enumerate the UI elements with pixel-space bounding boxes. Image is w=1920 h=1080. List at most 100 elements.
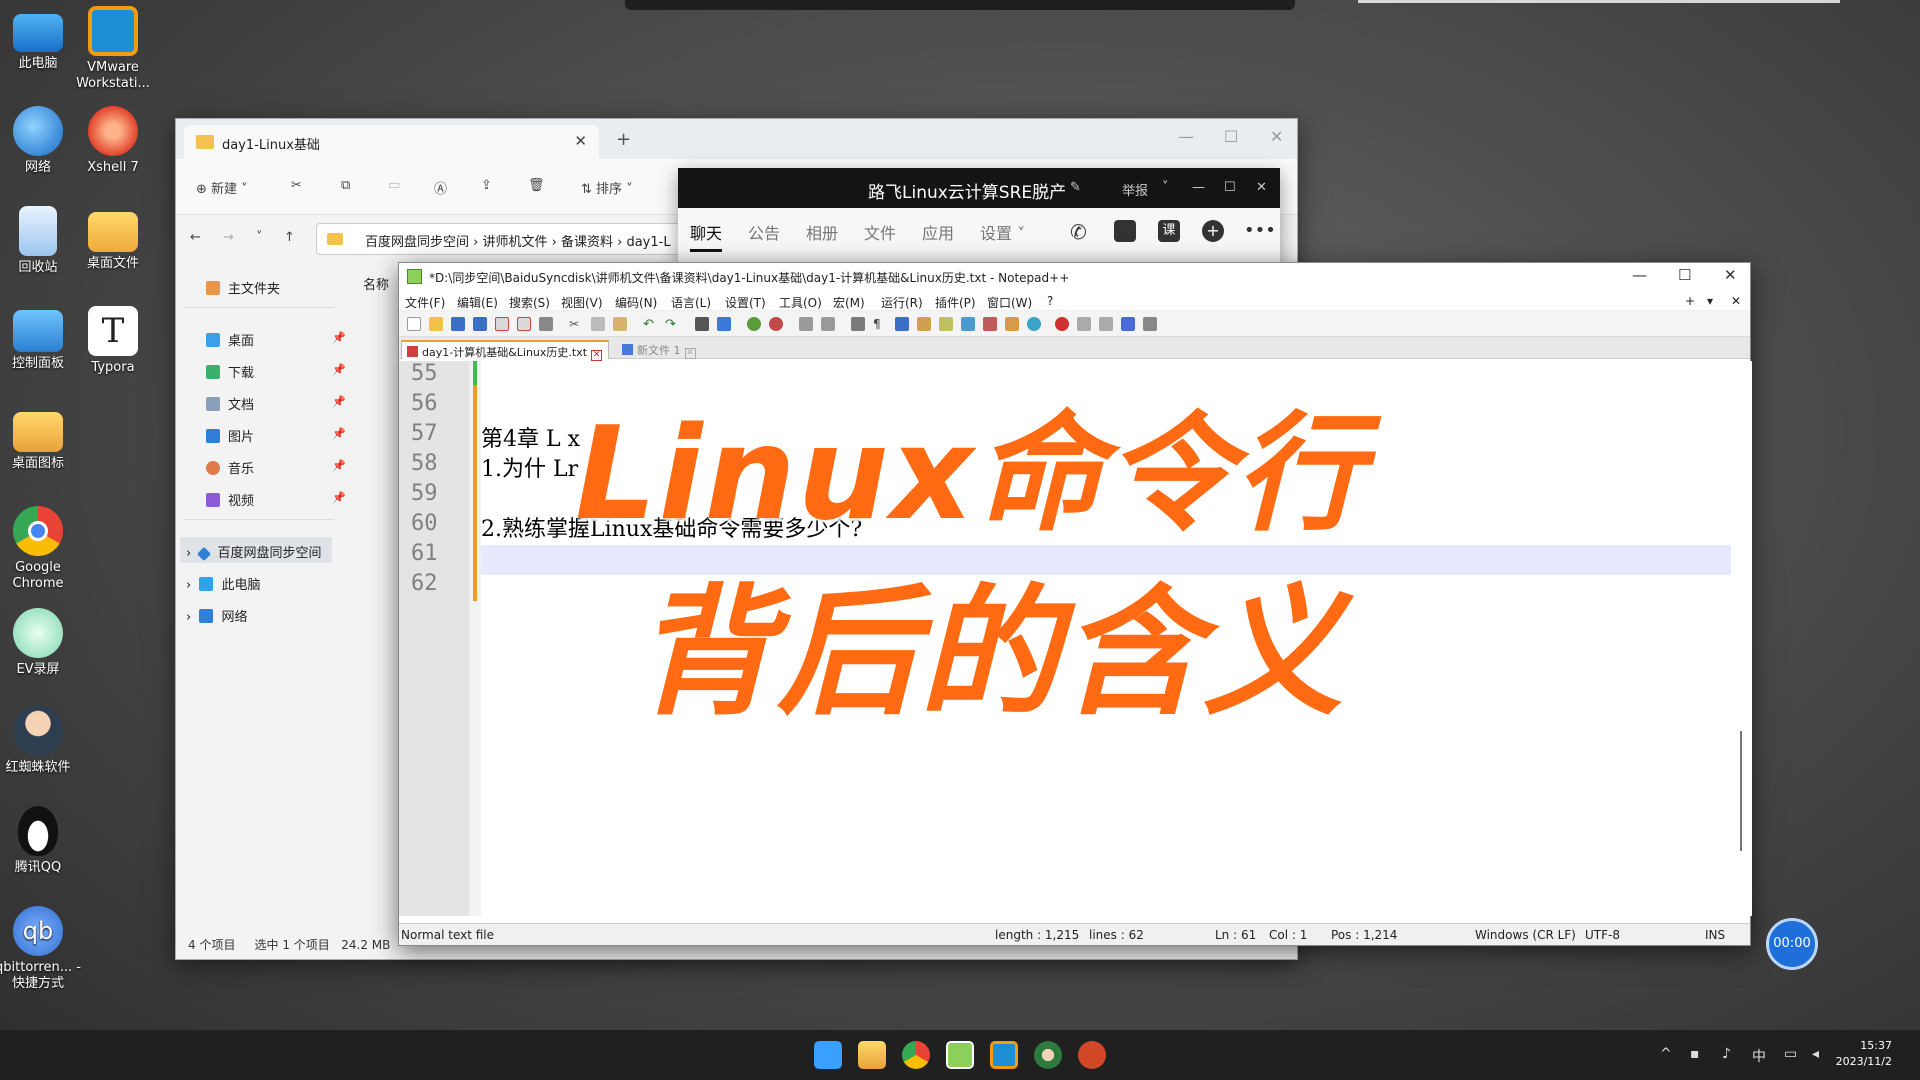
tree-item-network[interactable]: › 网络: [180, 601, 330, 627]
menu-macro[interactable]: 宏(M): [833, 294, 865, 311]
close-tab-icon[interactable]: ✕: [591, 350, 603, 361]
close-icon[interactable]: ✕: [1256, 180, 1267, 195]
recording-timer[interactable]: 00:00: [1766, 918, 1818, 970]
sync-vertical-icon[interactable]: [799, 317, 813, 331]
paste-icon[interactable]: [613, 317, 627, 331]
tree-item-baidu-sync[interactable]: › 百度网盘同步空间: [180, 537, 332, 563]
close-tab-icon[interactable]: ✕: [684, 348, 696, 359]
undo-icon[interactable]: ↶: [643, 317, 657, 332]
menu-edit[interactable]: 编辑(E): [457, 294, 498, 311]
redo-icon[interactable]: ↷: [665, 317, 679, 332]
powerpoint-icon[interactable]: [1078, 1041, 1106, 1069]
close-all-icon[interactable]: [517, 317, 531, 331]
microphone-icon[interactable]: ♪: [1722, 1046, 1731, 1062]
dropdown-icon[interactable]: ▾: [1707, 294, 1713, 308]
minimize-icon[interactable]: —: [1192, 180, 1205, 195]
menu-tools[interactable]: 工具(O): [779, 294, 822, 311]
breadcrumb-item[interactable]: day1-L: [626, 235, 670, 250]
menu-encoding[interactable]: 编码(N): [615, 294, 657, 311]
menu-file[interactable]: 文件(F): [405, 294, 445, 311]
minimize-icon[interactable]: —: [1178, 127, 1194, 146]
nav-item-documents[interactable]: 文档 📌: [206, 389, 356, 415]
add-icon[interactable]: +: [1685, 294, 1695, 308]
phone-icon[interactable]: ✆: [1070, 220, 1092, 244]
notepad-plus-plus-icon[interactable]: [946, 1041, 974, 1069]
copy-icon[interactable]: ⧉: [341, 178, 350, 193]
insert-mode[interactable]: INS: [1705, 928, 1725, 942]
nav-item-downloads[interactable]: 下载 📌: [206, 357, 356, 383]
play-macro-icon[interactable]: [1099, 317, 1113, 331]
show-symbols-icon[interactable]: ¶: [873, 317, 887, 331]
sort-button[interactable]: ⇅ 排序 ˅: [581, 178, 633, 197]
tab-album[interactable]: 相册: [806, 220, 838, 244]
maximize-icon[interactable]: ☐: [1224, 127, 1238, 146]
language-icon[interactable]: [917, 317, 931, 331]
zoom-out-icon[interactable]: [769, 317, 783, 331]
close-document-icon[interactable]: ✕: [1731, 294, 1741, 308]
desktop-icon-ev-recorder[interactable]: EV录屏: [0, 608, 83, 678]
menu-run[interactable]: 运行(R): [881, 294, 923, 311]
menu-language[interactable]: 语言(L): [671, 294, 711, 311]
replace-icon[interactable]: [717, 317, 731, 331]
record-macro-icon[interactable]: [1055, 317, 1069, 331]
chrome-icon[interactable]: [902, 1041, 930, 1069]
app-tray-icon[interactable]: ▪: [1690, 1046, 1700, 1062]
course-icon[interactable]: 课: [1158, 220, 1180, 242]
close-tab-icon[interactable]: ✕: [574, 132, 587, 150]
close-icon[interactable]: ✕: [1724, 266, 1737, 284]
menu-window[interactable]: 窗口(W): [987, 294, 1032, 311]
maximize-icon[interactable]: ☐: [1678, 266, 1691, 284]
volume-icon[interactable]: ◂: [1812, 1046, 1819, 1062]
explorer-tab[interactable]: day1-Linux基础 ✕: [184, 125, 599, 159]
vmware-icon[interactable]: [990, 1041, 1018, 1069]
delete-icon[interactable]: 🗑: [528, 178, 545, 193]
desktop-icon-chrome[interactable]: Google Chrome: [0, 506, 83, 592]
encoding[interactable]: UTF-8: [1585, 928, 1620, 942]
chat-group-window[interactable]: 路飞Linux云计算SRE脱产 ✎ 举报 ˅ — ☐ ✕ 聊天 公告 相册 文件…: [678, 168, 1280, 268]
run-macro-multiple-icon[interactable]: [1121, 317, 1135, 331]
menu-search[interactable]: 搜索(S): [509, 294, 550, 311]
desktop-icon-qq[interactable]: 腾讯QQ: [0, 806, 83, 876]
desktop-icon-desktop-icons[interactable]: 桌面图标: [0, 406, 83, 472]
ime-indicator[interactable]: 中: [1752, 1046, 1766, 1066]
vertical-scrollbar[interactable]: [1740, 731, 1742, 851]
red-spider-icon[interactable]: [1034, 1041, 1062, 1069]
breadcrumb-item[interactable]: 讲师机文件: [482, 235, 547, 250]
new-button[interactable]: ⊕ 新建 ˅: [196, 178, 248, 197]
clock[interactable]: 15:37 2023/11/2: [1836, 1038, 1892, 1070]
report-button[interactable]: 举报: [1122, 180, 1148, 199]
close-file-icon[interactable]: [495, 317, 509, 331]
close-icon[interactable]: ✕: [1270, 127, 1283, 146]
new-file-icon[interactable]: [407, 317, 421, 331]
monitoring-icon[interactable]: [1005, 317, 1019, 331]
open-file-icon[interactable]: [429, 317, 443, 331]
forward-icon[interactable]: →: [223, 230, 234, 245]
desktop-icon-xshell[interactable]: Xshell 7: [68, 106, 158, 176]
file-explorer-icon[interactable]: [858, 1041, 886, 1069]
tab-chat[interactable]: 聊天: [690, 220, 723, 252]
edit-icon[interactable]: ✎: [1070, 180, 1081, 195]
paste-icon[interactable]: ▭: [388, 178, 400, 193]
desktop-icon-red-spider[interactable]: 红蜘蛛软件: [0, 706, 83, 776]
add-icon[interactable]: +: [1202, 220, 1224, 242]
desktop-icon-desktop-files[interactable]: 桌面文件: [68, 206, 158, 272]
tab-new-file[interactable]: 新文件 1 ✕: [617, 340, 702, 359]
doc-map-icon[interactable]: [939, 317, 953, 331]
column-header-name[interactable]: 名称: [363, 269, 389, 295]
function-list-icon[interactable]: [961, 317, 975, 331]
print-icon[interactable]: [539, 317, 553, 331]
nav-item-music[interactable]: 音乐 📌: [206, 453, 356, 479]
breadcrumb-item[interactable]: 百度网盘同步空间: [365, 235, 469, 250]
sync-horizontal-icon[interactable]: [821, 317, 835, 331]
tab-settings[interactable]: 设置 ˅: [980, 220, 1025, 244]
menu-view[interactable]: 视图(V): [561, 294, 603, 311]
stop-macro-icon[interactable]: [1077, 317, 1091, 331]
nav-item-videos[interactable]: 视频 📌: [206, 485, 356, 511]
nav-home[interactable]: 主文件夹: [206, 273, 356, 299]
back-icon[interactable]: ←: [190, 230, 201, 245]
tab-files[interactable]: 文件: [864, 220, 896, 244]
save-macro-icon[interactable]: [1143, 317, 1157, 331]
maximize-icon[interactable]: ☐: [1224, 180, 1236, 195]
menu-settings[interactable]: 设置(T): [725, 294, 766, 311]
word-wrap-icon[interactable]: [851, 317, 865, 331]
